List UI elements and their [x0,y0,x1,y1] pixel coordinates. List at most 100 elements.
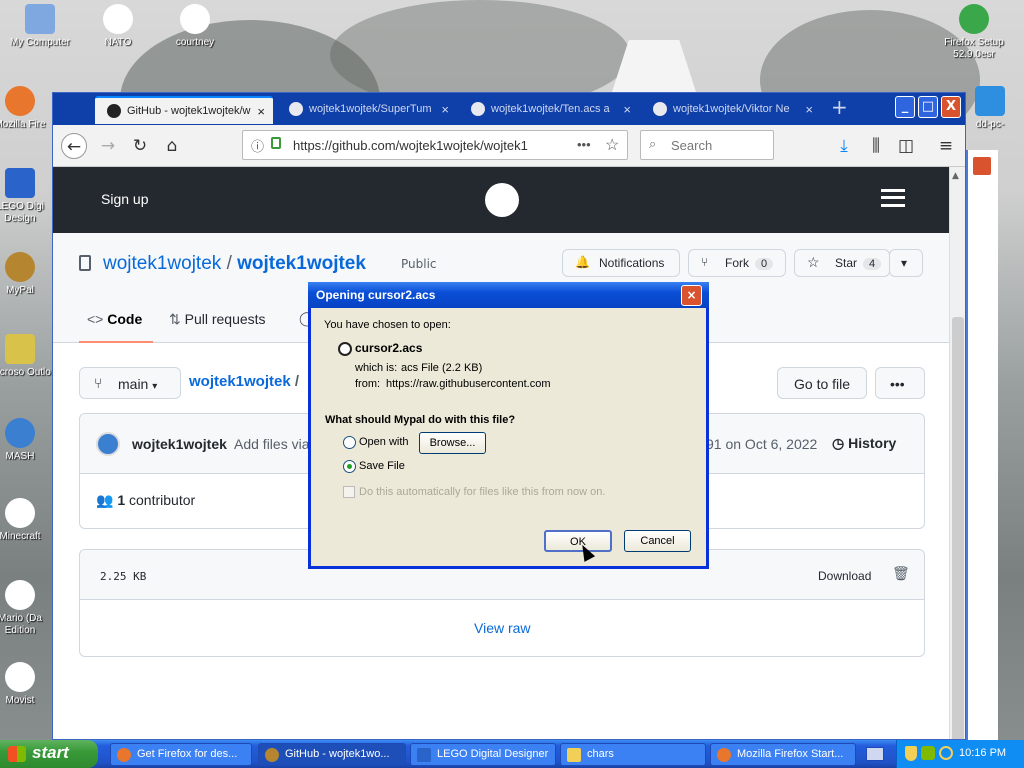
menu-icon[interactable]: ≡ [933,133,959,159]
auto-checkbox-label[interactable]: Do this automatically for files like thi… [359,486,605,498]
pull-request-icon: ⇅ [169,311,181,327]
save-file-label[interactable]: Save File [359,460,405,472]
mypal-icon [265,748,279,762]
chevron-down-icon: ▾ [901,256,908,270]
desktop-icon-minecraft[interactable]: Minecraft [0,498,52,543]
scroll-up-icon[interactable]: ▲ [952,171,959,181]
contributors-link[interactable]: 👥 1 contributor [96,492,195,509]
keyboard-icon[interactable] [866,747,884,761]
sidebar-icon[interactable]: ◫ [893,133,919,159]
desktop-icon-dd-pc[interactable]: dd-pc- [960,86,1020,131]
desktop-icon-nato[interactable]: NATO [78,4,158,49]
bookmark-star-icon[interactable]: ☆ [605,135,619,155]
tab-code[interactable]: <> Code [79,299,153,343]
scrollbar-thumb[interactable] [952,317,964,739]
clock[interactable]: 10:16 PM [959,747,1006,759]
github-icon [653,102,667,116]
commit-author[interactable]: wojtek1wojtek [132,436,227,452]
from-value: https://raw.githubusercontent.com [386,378,551,390]
desktop-icon-outlook[interactable]: Microso Outlo [0,334,52,379]
desktop-icon-mozilla-firefox[interactable]: Mozilla Fire [0,86,52,131]
repo-name-link[interactable]: wojtek1wojtek [237,253,366,274]
close-tab-icon[interactable]: × [441,102,449,117]
avatar[interactable] [96,432,120,456]
maximize-button[interactable]: □ [918,96,938,118]
save-file-radio[interactable] [343,460,356,473]
close-window-button[interactable]: X [941,96,961,118]
close-tab-icon[interactable]: × [623,102,631,117]
browse-button[interactable]: Browse... [419,432,486,454]
firefox-icon [717,748,731,762]
forward-button[interactable]: → [95,133,121,159]
close-tab-icon[interactable]: × [257,104,265,119]
desktop-icon-firefox-setup[interactable]: Firefox Setup 52.9.0esr [934,4,1014,61]
back-button[interactable]: ← [61,133,87,159]
branch-select[interactable]: ⑂ main ▾ [79,367,181,399]
view-raw-link[interactable]: View raw [474,620,531,636]
breadcrumb-repo-link[interactable]: wojtek1wojtek [189,373,291,390]
fork-icon: ⑂ [701,255,709,269]
task-mozilla-start[interactable]: Mozilla Firefox Start... [710,743,856,766]
history-link[interactable]: ◷ History [832,435,896,452]
network-icon[interactable] [921,746,935,760]
sign-up-link[interactable]: Sign up [101,191,148,207]
background-window-close[interactable] [972,156,992,176]
windows-logo-icon [8,746,26,762]
desktop-icon-lego[interactable]: LEGO Digi Design [0,168,52,225]
go-to-file-button[interactable]: Go to file [777,367,867,399]
repo-owner-link[interactable]: wojtek1wojtek [103,253,221,274]
close-tab-icon[interactable]: × [805,102,813,117]
desktop-icon-movist[interactable]: Movist [0,662,52,707]
url-bar[interactable]: ⓘ https://github.com/wojtek1wojtek/wojte… [242,130,628,160]
github-logo-icon[interactable] [485,183,519,217]
downloads-icon[interactable]: ⤓ [831,133,857,159]
open-with-label[interactable]: Open with [359,436,409,448]
reload-button[interactable]: ↻ [127,133,153,159]
task-chars[interactable]: chars [560,743,706,766]
desktop-icon-mash[interactable]: MASH [0,418,52,463]
vertical-scrollbar[interactable]: ▲ [949,167,965,739]
new-tab-button[interactable]: + [831,95,848,119]
security-shield-icon[interactable] [905,746,917,761]
chevron-down-icon: ▾ [152,381,158,392]
start-button[interactable]: start [0,740,98,768]
commit-message[interactable]: Add files via [234,436,309,452]
open-with-radio[interactable] [343,436,356,449]
desktop-icon-my-computer[interactable]: My Computer [0,4,80,49]
star-button[interactable]: ☆ Star 4 [794,249,890,277]
cancel-button[interactable]: Cancel [624,530,691,552]
home-button[interactable]: ⌂ [159,133,185,159]
tab-pull-requests[interactable]: ⇅ Pull requests [169,311,266,328]
minimize-button[interactable]: _ [895,96,915,118]
desktop-icon-mypal[interactable]: MyPal [0,252,52,297]
breadcrumb-separator: / [294,373,300,390]
tab-github[interactable]: GitHub - wojtek1wojtek/w × [95,96,273,124]
star-dropdown-button[interactable]: ▾ [889,249,923,277]
lego-icon [5,168,35,198]
fork-button[interactable]: ⑂ Fork 0 [688,249,786,277]
dialog-close-button[interactable]: × [681,285,702,306]
more-options-button[interactable]: ••• [875,367,925,399]
system-tray: 10:16 PM [896,740,1024,768]
download-button[interactable]: Download [818,569,871,583]
tab-supertum[interactable]: wojtek1wojtek/SuperTum × [277,96,457,124]
task-lego[interactable]: LEGO Digital Designer [410,743,556,766]
outlook-icon [5,334,35,364]
search-input[interactable]: ⌕ Search [640,130,774,160]
auto-checkbox[interactable] [343,486,355,498]
notifications-button[interactable]: 🔔 Notifications [562,249,680,277]
tab-viktor[interactable]: wojtek1wojtek/Viktor Ne × [641,96,821,124]
tab-bar: GitHub - wojtek1wojtek/w × wojtek1wojtek… [53,93,965,125]
tab-ten-acs[interactable]: wojtek1wojtek/Ten.acs a × [459,96,639,124]
trash-icon[interactable]: 🗑 [892,566,910,582]
desktop-icon-courtney[interactable]: courtney [155,4,235,49]
page-actions-button[interactable]: ••• [577,137,591,152]
task-github[interactable]: GitHub - wojtek1wo... [258,743,406,766]
star-count: 4 [863,258,882,270]
hamburger-menu-icon[interactable] [881,189,905,207]
task-get-firefox[interactable]: Get Firefox for des... [110,743,252,766]
library-icon[interactable]: ⫼ [863,133,889,159]
dialog-question: What should Mypal do with this file? [325,414,516,426]
search-tray-icon[interactable] [939,746,953,760]
desktop-icon-mario[interactable]: Mario (Da Edition [0,580,52,637]
